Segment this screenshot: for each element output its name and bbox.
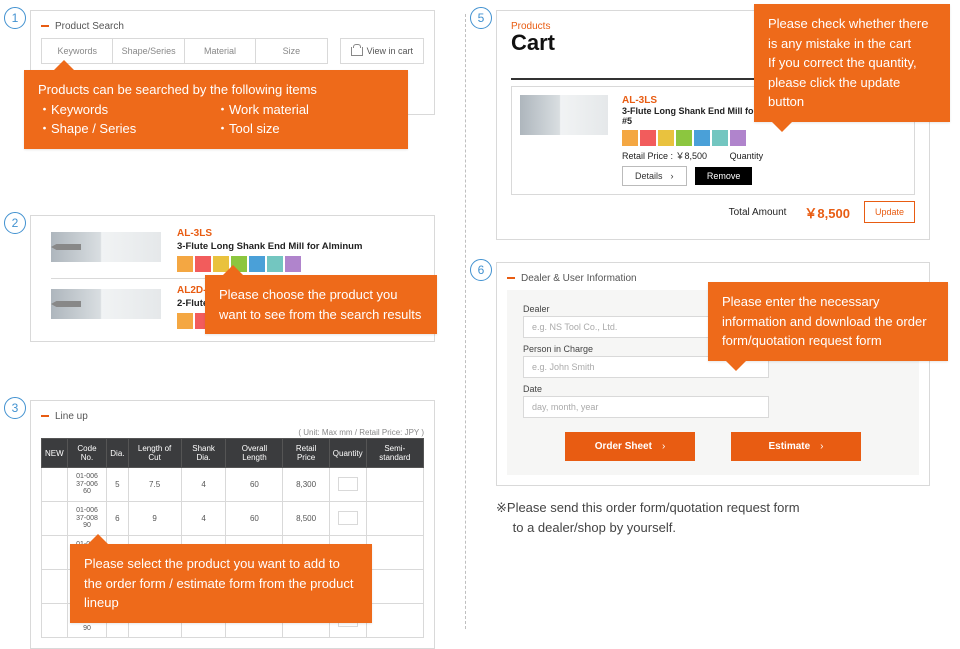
table-note: ( Unit: Max mm / Retail Price: JPY ) <box>41 428 424 437</box>
product-thumb-icon <box>51 232 161 262</box>
step-number-1: 1 <box>4 7 26 29</box>
panel-title: Line up <box>41 411 424 422</box>
date-input[interactable]: day, month, year <box>523 396 769 418</box>
panel-title: Product Search <box>41 21 424 32</box>
table-row[interactable]: 01-00637-0066057.54608,300 <box>42 468 424 502</box>
order-sheet-button[interactable]: Order Sheet <box>565 432 695 461</box>
cart-item-price: Retail Price : ￥8,500 <box>622 151 707 161</box>
callout-step3: Please select the product you want to ad… <box>70 544 372 623</box>
cart-qty-label: Quantity <box>730 151 764 161</box>
cart-icon <box>351 47 363 56</box>
callout-step1-items: ・Keywords ・Shape / Series ・Work material… <box>38 100 394 139</box>
material-badges <box>177 256 362 272</box>
cart-total-row: Total Amount ￥8,500 Update <box>511 195 915 229</box>
table-header-row: NEW Code No. Dia. Length of Cut Shank Di… <box>42 439 424 468</box>
qty-input[interactable] <box>338 477 358 491</box>
tab-material[interactable]: Material <box>185 39 256 63</box>
step-3: 3 Line up ( Unit: Max mm / Retail Price:… <box>30 400 435 649</box>
total-label: Total Amount <box>729 207 787 218</box>
search-tabs: Keywords Shape/Series Material Size <box>41 38 328 64</box>
product-thumb-icon <box>51 289 161 319</box>
product-name: 3-Flute Long Shank End Mill for Alminum <box>177 241 362 252</box>
table-row[interactable]: 01-00637-00890694608,500 <box>42 502 424 536</box>
footnote: ※Please send this order form/quotation r… <box>496 498 930 538</box>
action-row: Order Sheet Estimate <box>523 432 903 461</box>
product-info: AL-3LS 3-Flute Long Shank End Mill for A… <box>161 228 362 272</box>
tab-row: Keywords Shape/Series Material Size View… <box>41 38 424 64</box>
product-thumb-icon <box>520 95 608 135</box>
tab-keywords[interactable]: Keywords <box>42 39 113 63</box>
field-label: Date <box>523 384 903 394</box>
step-number-2: 2 <box>4 212 26 234</box>
remove-button[interactable]: Remove <box>695 167 753 185</box>
callout-step1-head: Products can be searched by the followin… <box>38 80 394 100</box>
instruction-page: 1 Product Search Keywords Shape/Series M… <box>0 0 960 642</box>
product-code: AL-3LS <box>177 228 362 239</box>
step-number-6: 6 <box>470 259 492 281</box>
callout-step5: Please check whether there is any mistak… <box>754 4 950 122</box>
details-button[interactable]: Details <box>622 166 687 186</box>
view-in-cart-label: View in cart <box>367 46 413 56</box>
view-in-cart-button[interactable]: View in cart <box>340 38 424 64</box>
step-1: 1 Product Search Keywords Shape/Series M… <box>30 10 435 193</box>
step-5: 5 Products Cart Total Amount AL-3LS 3-Fl… <box>496 10 930 240</box>
callout-step1: Products can be searched by the followin… <box>24 70 408 149</box>
total-amount: ￥8,500 <box>804 203 850 222</box>
left-column: 1 Product Search Keywords Shape/Series M… <box>0 0 465 642</box>
update-button[interactable]: Update <box>864 201 915 223</box>
right-column: 5 Products Cart Total Amount AL-3LS 3-Fl… <box>466 0 960 642</box>
tab-size[interactable]: Size <box>256 39 326 63</box>
material-badges <box>622 130 906 146</box>
step-6: 6 Dealer & User Information Dealer e.g. … <box>496 262 930 538</box>
callout-step2: Please choose the product you want to se… <box>205 275 437 334</box>
tab-shape[interactable]: Shape/Series <box>113 39 184 63</box>
step-number-3: 3 <box>4 397 26 419</box>
step-number-5: 5 <box>470 7 492 29</box>
step-2: 2 AL-3LS 3-Flute Long Shank End Mill for… <box>30 215 435 378</box>
estimate-button[interactable]: Estimate <box>731 432 861 461</box>
qty-input[interactable] <box>338 511 358 525</box>
callout-step6: Please enter the necessary information a… <box>708 282 948 361</box>
